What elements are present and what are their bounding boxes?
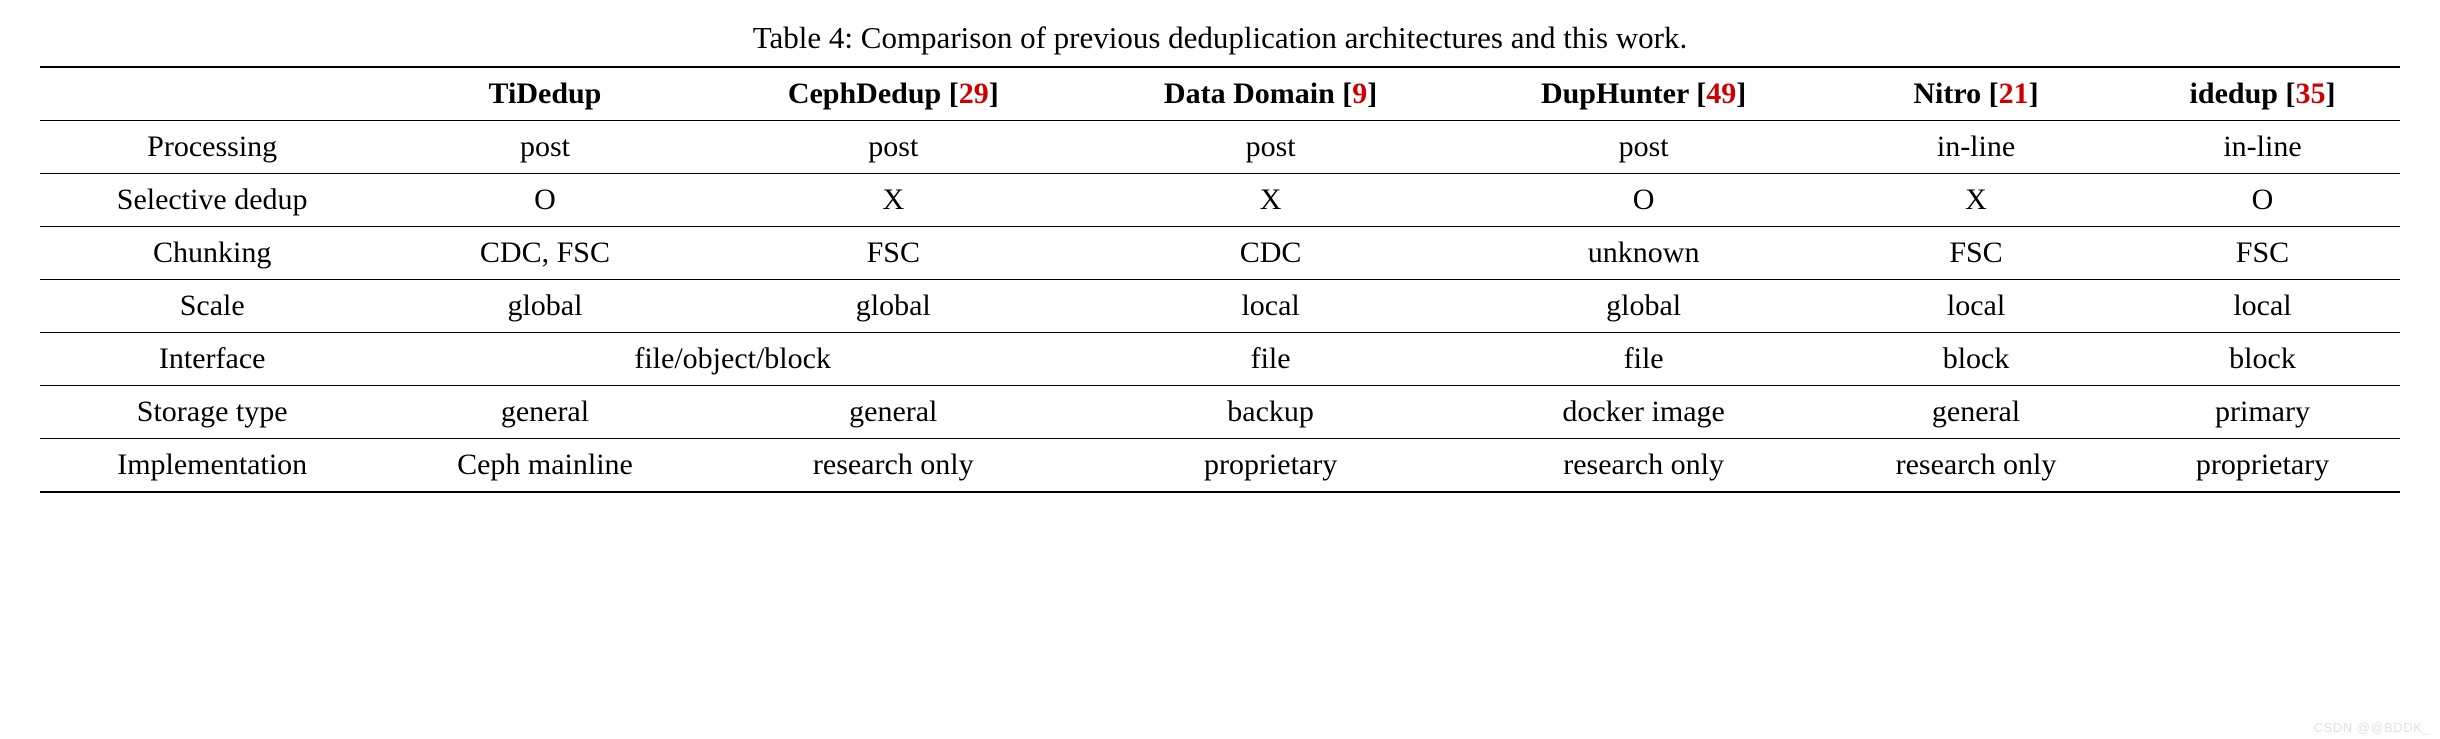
cell: global <box>384 280 705 333</box>
citation-ref: 35 <box>2295 77 2325 110</box>
cell: unknown <box>1460 227 1827 280</box>
table-row: Storage type general general backup dock… <box>40 386 2400 439</box>
row-label: Selective dedup <box>40 174 384 227</box>
header-datadomain: Data Domain [9] <box>1081 67 1460 121</box>
header-text: DupHunter [ <box>1541 77 1706 110</box>
cell: X <box>1081 174 1460 227</box>
citation-ref: 49 <box>1706 77 1736 110</box>
citation-ref: 21 <box>1999 77 2029 110</box>
cell: research only <box>1460 439 1827 493</box>
cell: O <box>384 174 705 227</box>
header-idedup: idedup [35] <box>2125 67 2400 121</box>
table-caption: Table 4: Comparison of previous deduplic… <box>40 20 2400 56</box>
comparison-table: TiDedup CephDedup [29] Data Domain [9] D… <box>40 66 2400 493</box>
header-cephdedup: CephDedup [29] <box>706 67 1081 121</box>
header-empty <box>40 67 384 121</box>
cell: O <box>2125 174 2400 227</box>
cell: backup <box>1081 386 1460 439</box>
cell: Ceph mainline <box>384 439 705 493</box>
cell: proprietary <box>2125 439 2400 493</box>
cell: local <box>1827 280 2125 333</box>
cell: CDC, FSC <box>384 227 705 280</box>
cell: post <box>706 121 1081 174</box>
cell: file <box>1081 333 1460 386</box>
table-row: Implementation Ceph mainline research on… <box>40 439 2400 493</box>
cell: global <box>706 280 1081 333</box>
header-tidedup: TiDedup <box>384 67 705 121</box>
cell: O <box>1460 174 1827 227</box>
table-row: Processing post post post post in-line i… <box>40 121 2400 174</box>
cell: research only <box>1827 439 2125 493</box>
cell: primary <box>2125 386 2400 439</box>
citation-ref: 9 <box>1352 77 1367 110</box>
cell: FSC <box>2125 227 2400 280</box>
header-close: ] <box>989 77 999 110</box>
table-row: Selective dedup O X X O X O <box>40 174 2400 227</box>
cell: general <box>706 386 1081 439</box>
cell: block <box>1827 333 2125 386</box>
cell: FSC <box>706 227 1081 280</box>
citation-ref: 29 <box>959 77 989 110</box>
watermark-text: CSDN @@BDDK_ <box>2314 720 2430 735</box>
header-duphunter: DupHunter [49] <box>1460 67 1827 121</box>
cell: file <box>1460 333 1827 386</box>
header-text: CephDedup [ <box>788 77 959 110</box>
cell: FSC <box>1827 227 2125 280</box>
cell: CDC <box>1081 227 1460 280</box>
row-label: Chunking <box>40 227 384 280</box>
cell: local <box>1081 280 1460 333</box>
table-header-row: TiDedup CephDedup [29] Data Domain [9] D… <box>40 67 2400 121</box>
cell: X <box>706 174 1081 227</box>
header-close: ] <box>2325 77 2335 110</box>
header-close: ] <box>1367 77 1377 110</box>
row-label: Storage type <box>40 386 384 439</box>
cell: post <box>1460 121 1827 174</box>
header-text: idedup [ <box>2190 77 2296 110</box>
header-text: Data Domain [ <box>1164 77 1352 110</box>
header-close: ] <box>1736 77 1746 110</box>
header-nitro: Nitro [21] <box>1827 67 2125 121</box>
cell: local <box>2125 280 2400 333</box>
header-close: ] <box>2029 77 2039 110</box>
cell: block <box>2125 333 2400 386</box>
cell: post <box>384 121 705 174</box>
cell: in-line <box>1827 121 2125 174</box>
table-row: Scale global global local global local l… <box>40 280 2400 333</box>
cell: X <box>1827 174 2125 227</box>
cell-merged: file/object/block <box>384 333 1081 386</box>
header-text: Nitro [ <box>1913 77 1998 110</box>
cell: in-line <box>2125 121 2400 174</box>
cell: proprietary <box>1081 439 1460 493</box>
table-row: Chunking CDC, FSC FSC CDC unknown FSC FS… <box>40 227 2400 280</box>
cell: global <box>1460 280 1827 333</box>
cell: research only <box>706 439 1081 493</box>
table-row: Interface file/object/block file file bl… <box>40 333 2400 386</box>
cell: general <box>384 386 705 439</box>
row-label: Scale <box>40 280 384 333</box>
row-label: Implementation <box>40 439 384 493</box>
row-label: Processing <box>40 121 384 174</box>
cell: docker image <box>1460 386 1827 439</box>
cell: post <box>1081 121 1460 174</box>
row-label: Interface <box>40 333 384 386</box>
cell: general <box>1827 386 2125 439</box>
